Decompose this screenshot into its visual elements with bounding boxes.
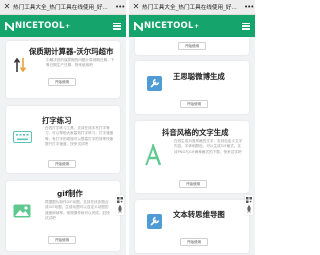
tool-card-douyin-text[interactable]: 抖音风格的文字生成 在线生成抖音风格的文字，支持自定义文字内容，字体和颜色，可以… [135,121,249,193]
browser-title-bar: ✕ 热门工具大全_热门工具在线使用_好... ••• [129,0,255,15]
tool-card-gif[interactable]: gif制作 根据图片制作GIF动图，支持在线多图合成GIF动图，生成动图可以自定… [6,181,120,251]
floating-sidebar [116,195,124,215]
menu-icon[interactable] [242,22,250,30]
start-button[interactable]: 开始使用 [180,238,208,246]
start-button[interactable]: 开始使用 [48,160,76,168]
tool-card-typing[interactable]: 打字练习 在线打字练习工具，支持在线手写打字等习，可以帮助大家高效打字练习，打字… [6,106,120,173]
logo-text: NICETOOL [144,21,194,31]
site-logo[interactable]: NICETOOL + [5,21,70,31]
logo-plus: + [194,22,200,30]
letter-a-icon [144,144,162,166]
tool-card-partial[interactable]: 开始使用 [135,37,249,55]
start-button[interactable]: 开始使用 [48,236,76,244]
wrench-icon [147,214,162,229]
left-phone-screen: ✕ 热门工具大全_热门工具在线使用_好... ••• NICETOOL + 保质期… [0,0,126,255]
tab-title: 热门工具大全_热门工具在线使用_好... [13,5,108,11]
qrcode-icon[interactable] [117,197,123,203]
card-title: 保质期计算器-沃尔玛超市 [29,47,114,56]
start-button[interactable]: 开始使用 [180,100,208,108]
card-description: 在线打字练习工具，支持在线手写打字等习，可以帮助大家高效打字练习，打字速度等，有… [45,126,114,147]
start-button[interactable]: 开始使用 [179,180,207,188]
right-phone-screen: ✕ 热门工具大全_热门工具在线使用_好... ••• NICETOOL + 开始使… [129,0,255,255]
start-button[interactable]: 开始使用 [178,42,206,50]
tool-card-weibo[interactable]: 王思聪微博生成 开始使用 [135,61,249,114]
card-description: 在线生成抖音风格的文字，支持自定义文字内容，字体和颜色，可以生成GIF格式，支持… [174,139,243,154]
close-icon[interactable]: ✕ [3,3,11,11]
menu-icon[interactable] [113,22,121,30]
rocket-icon[interactable] [246,205,252,213]
card-title: gif制作 [57,189,83,198]
tab-title: 热门工具大全_热门工具在线使用_好... [142,5,237,11]
floating-sidebar [245,195,253,215]
card-title: 打字练习 [42,116,72,125]
card-title: 王思聪微博生成 [173,72,225,81]
start-button[interactable]: 开始使用 [48,78,76,86]
logo-text: NICETOOL [15,21,65,31]
more-icon[interactable]: ••• [244,3,254,11]
card-description: 中解决您的保质期的问题计算到期日期，下等日期生产日期，快来使用吧 [46,58,115,68]
logo-icon [134,21,143,31]
qrcode-icon[interactable] [246,197,252,203]
card-title: 抖音风格的文字生成 [162,128,229,137]
site-header: NICETOOL + [0,15,126,37]
browser-title-bar: ✕ 热门工具大全_热门工具在线使用_好... ••• [0,0,126,15]
logo-plus: + [65,22,71,30]
sort-arrows-icon [14,57,26,73]
site-logo[interactable]: NICETOOL + [134,21,199,31]
more-icon[interactable]: ••• [115,3,125,11]
image-icon [13,204,31,218]
keyboard-icon [13,131,32,143]
site-header: NICETOOL + [129,15,255,37]
card-title: 文本转思维导图 [173,210,225,219]
card-description: 根据图片制作GIF动图，支持在线多图合成GIF动图，生成动图可以自定义动图的速度… [45,200,110,221]
tool-card-mindmap[interactable]: 文本转思维导图 开始使用 [135,200,249,253]
logo-icon [5,21,14,31]
close-icon[interactable]: ✕ [132,3,140,11]
rocket-icon[interactable] [117,205,123,213]
tool-card-shelf-life[interactable]: 保质期计算器-沃尔玛超市 中解决您的保质期的问题计算到期日期，下等日期生产日期，… [6,41,120,98]
wrench-icon [147,76,162,91]
